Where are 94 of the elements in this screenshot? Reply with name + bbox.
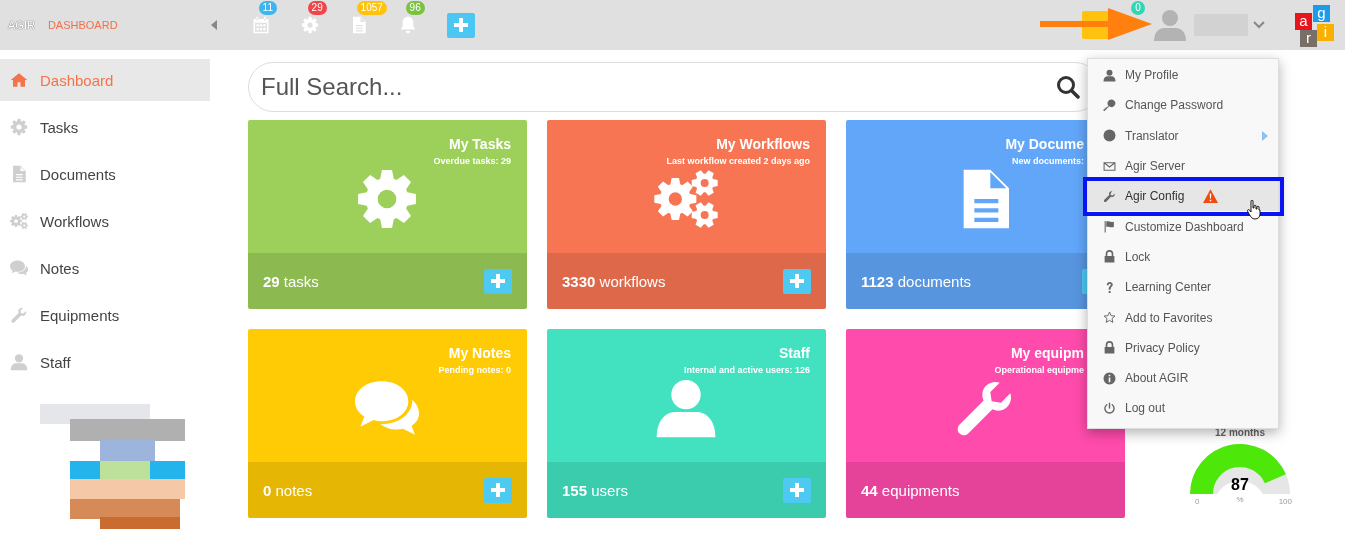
sidebar-label: Tasks (40, 118, 79, 136)
plus-icon (790, 483, 804, 497)
count-badge: 96 (405, 1, 425, 15)
menu-label: Change Password (1125, 98, 1224, 113)
page-title: DASHBOARD (47, 19, 118, 31)
plus-icon (790, 274, 804, 288)
search-icon[interactable] (1056, 75, 1080, 99)
card-subtitle: Overdue tasks: 29 (433, 156, 511, 166)
key-icon (1103, 98, 1116, 112)
home-icon (10, 71, 28, 89)
menu-label: Agir Server (1125, 159, 1186, 174)
calendar-icon[interactable] (251, 16, 270, 34)
add-button[interactable] (783, 268, 811, 294)
sidebar-item[interactable]: Equipments (0, 294, 210, 336)
menu-label: Learning Center (1125, 280, 1212, 295)
sidebar-label: Equipments (40, 306, 120, 324)
card-count: 44 equipments (861, 481, 960, 499)
add-button[interactable] (446, 12, 475, 38)
agir-logo: a g r i (1295, 5, 1335, 45)
menu-label: About AGIR (1125, 371, 1189, 386)
sidebar-label: Documents (40, 165, 116, 183)
lock-icon (1103, 250, 1116, 264)
collapse-icon[interactable] (210, 20, 217, 30)
add-button[interactable] (484, 477, 512, 503)
card-subtitle: Operational equipme (994, 365, 1084, 375)
card-subtitle: Last workflow created 2 days ago (666, 156, 810, 166)
card-title: My Docume (1005, 136, 1084, 152)
menu-label: Privacy Policy (1125, 340, 1200, 355)
star-icon (1103, 311, 1116, 324)
hand-cursor-icon (1247, 200, 1261, 220)
add-button[interactable] (783, 477, 811, 503)
card-count: 0 notes (263, 481, 313, 499)
plus-icon (453, 18, 468, 32)
card-title: Staff (778, 345, 810, 361)
plus-icon (491, 274, 505, 288)
count-badge: 1057 (356, 1, 387, 15)
sidebar-label: Workflows (40, 212, 109, 230)
sidebar-label: Staff (40, 353, 71, 371)
card-subtitle: Pending notes: 0 (438, 365, 511, 375)
gears-icon (10, 212, 28, 230)
count-badge: 0 (1131, 1, 1145, 15)
wrench-icon (1103, 189, 1116, 203)
menu-label: Agir Config (1125, 189, 1185, 204)
card-title: My Notes (448, 345, 511, 361)
user-icon (10, 353, 28, 371)
card-title: My Workflows (716, 136, 810, 152)
menu-label: Lock (1125, 249, 1151, 264)
avatar-icon[interactable] (1152, 9, 1188, 41)
add-button[interactable] (484, 268, 512, 294)
gauge-max: 100 (1278, 497, 1292, 506)
menu-label: Translator (1125, 128, 1179, 143)
card-count: 3330 workflows (562, 272, 666, 290)
power-icon (1103, 401, 1116, 415)
gauge-unit: % (1235, 495, 1245, 504)
gauge-value: 87 (1230, 476, 1250, 494)
gear-icon[interactable] (300, 16, 319, 34)
chevron-icon[interactable] (1253, 21, 1265, 29)
card-count: 155 users (562, 481, 628, 499)
sidebar-label: Notes (40, 259, 80, 277)
plus-icon (491, 483, 505, 497)
globe-icon (1103, 129, 1116, 143)
user-icon (1103, 68, 1116, 82)
sidebar-item[interactable]: Staff (0, 341, 210, 383)
info-icon (1103, 371, 1116, 385)
gears-icon (654, 167, 718, 231)
menu-item[interactable]: Agir Config (1088, 181, 1278, 212)
lock-icon (1103, 341, 1116, 355)
menu-label: My Profile (1125, 68, 1179, 83)
gear-icon (355, 167, 419, 231)
sidebar-item[interactable]: Documents (0, 153, 210, 195)
gear-icon (10, 118, 28, 136)
wrench-icon (10, 306, 28, 324)
menu-label: Customize Dashboard (1125, 219, 1244, 234)
card-title: My equipm (1010, 345, 1084, 361)
count-badge: 29 (307, 1, 327, 15)
count-badge: 11 (258, 1, 277, 15)
card-subtitle: New documents: (1012, 156, 1084, 166)
card-title: My Tasks (449, 136, 511, 152)
envelope-icon (1103, 159, 1116, 173)
stat-card[interactable]: My equipm Operational equipme 44 equipments (846, 329, 1125, 518)
sidebar-item[interactable]: Tasks (0, 106, 210, 148)
bell-icon[interactable] (398, 16, 417, 34)
sidebar-item[interactable]: Notes (0, 247, 210, 289)
card-count: 29 tasks (263, 272, 319, 290)
gauge-min: 0 (1195, 497, 1200, 506)
sidebar-label: Dashboard (40, 71, 114, 89)
card-subtitle: Internal and active users: 126 (683, 365, 810, 375)
card-count: 1123 documents (861, 272, 972, 290)
menu-label: Log out (1125, 401, 1166, 416)
sidebar-item[interactable]: Workflows (0, 200, 210, 242)
flag-icon (1103, 220, 1116, 234)
menu-label: Add to Favorites (1125, 310, 1213, 325)
chat-icon (10, 259, 28, 277)
document-icon (10, 165, 28, 183)
